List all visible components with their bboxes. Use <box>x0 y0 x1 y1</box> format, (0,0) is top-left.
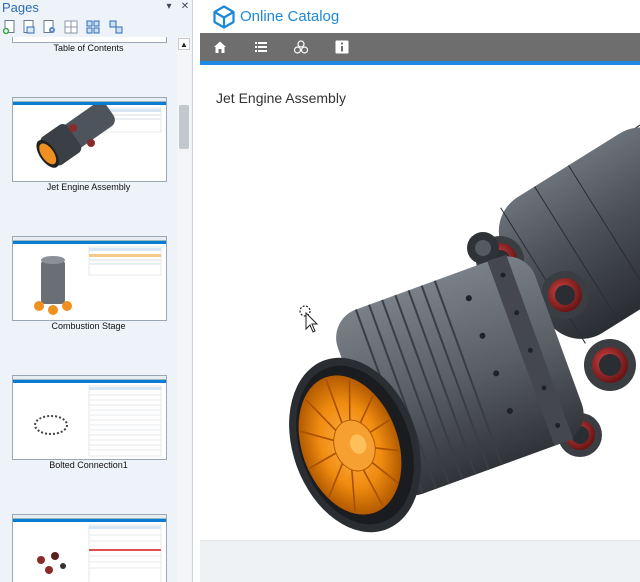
catalog-app: Online Catalog Jet Engine Assembly <box>200 0 640 582</box>
page-title: Jet Engine Assembly <box>216 90 346 106</box>
app-header: Online Catalog <box>200 0 640 33</box>
layout-icon[interactable] <box>85 19 101 35</box>
scrollbar-thumb[interactable] <box>179 105 189 149</box>
page-thumbnail-3[interactable] <box>12 236 167 321</box>
info-icon[interactable] <box>334 39 350 55</box>
page-label-4[interactable]: Bolted Connection1 <box>0 460 177 470</box>
scroll-up-arrow-icon[interactable]: ▲ <box>178 38 190 50</box>
page-thumbnail-list: Table of Contents Jet Engine Assembly Co… <box>0 37 177 582</box>
jet-engine-model[interactable] <box>200 65 640 540</box>
page-label-1[interactable]: Table of Contents <box>0 43 177 53</box>
page-label-2[interactable]: Jet Engine Assembly <box>0 182 177 192</box>
parts-icon[interactable] <box>293 39 309 55</box>
cube-logo-icon <box>213 5 235 29</box>
page-settings-icon[interactable] <box>41 19 57 35</box>
add-page-icon[interactable] <box>2 19 18 35</box>
page-thumbnail-2[interactable] <box>12 97 167 182</box>
close-icon[interactable]: ✕ <box>180 2 190 12</box>
grid-view-icon[interactable] <box>63 19 79 35</box>
app-title: Online Catalog <box>240 8 340 25</box>
list-icon[interactable] <box>253 39 269 55</box>
pages-toolbar <box>0 17 193 37</box>
3d-viewer[interactable] <box>200 65 640 540</box>
rotate-cursor-icon <box>299 305 319 333</box>
page-label-3[interactable]: Combustion Stage <box>0 321 177 331</box>
content-footer-area <box>200 540 640 582</box>
page-thumbnail-5[interactable] <box>12 514 167 582</box>
pages-header: Pages ▾ ✕ <box>0 0 193 16</box>
pages-panel: Pages ▾ ✕ Table of Contents Jet Engine A… <box>0 0 193 582</box>
nav-bar <box>200 33 640 61</box>
arrange-icon[interactable] <box>108 19 124 35</box>
duplicate-page-icon[interactable] <box>21 19 37 35</box>
home-icon[interactable] <box>212 39 228 55</box>
pages-panel-title: Pages <box>2 0 39 15</box>
pin-down-icon[interactable]: ▾ <box>164 2 174 12</box>
page-thumbnail-4[interactable] <box>12 375 167 460</box>
pages-scrollbar[interactable]: ▲ <box>177 37 191 582</box>
